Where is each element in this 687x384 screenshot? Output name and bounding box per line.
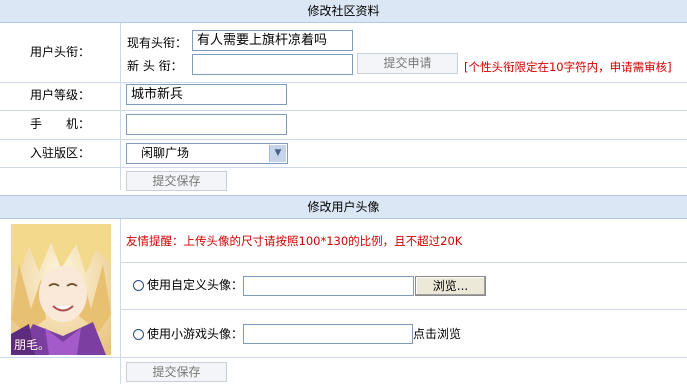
row-divider [0,110,687,111]
game-avatar-label: 使用小游戏头像： [147,327,244,341]
board-select[interactable]: 闲聊广场 ▼ [126,143,288,164]
game-avatar-input[interactable] [243,324,413,344]
avatar-section-header: 修改用户头像 [0,195,687,219]
column-divider [120,219,121,384]
click-browse-link[interactable]: 点击浏览 [413,324,461,344]
row-divider [121,309,687,310]
user-level-field[interactable]: 城市新兵 [126,84,287,105]
browse-button[interactable]: 浏览... [415,276,486,296]
profile-section-header: 修改社区资料 [0,0,687,23]
board-label: 入驻版区： [29,146,90,160]
save-profile-button[interactable]: 提交保存 [126,171,227,191]
row-divider [0,82,687,83]
user-title-label: 用户头衔： [29,45,90,59]
chevron-down-icon[interactable]: ▼ [269,145,286,162]
avatar-section-title: 修改用户头像 [307,200,380,214]
title-note: [个性头衔限定在10字符内，申请需审核] [464,60,672,74]
row-divider [121,262,687,263]
custom-avatar-label: 使用自定义头像： [147,278,244,292]
profile-form-page: 修改社区资料 用户头衔： 现有头衔： 有人需要上旗杆凉着吗 新 头 衔： 提交申… [0,0,687,384]
column-divider [120,23,121,190]
custom-avatar-file-input[interactable] [243,276,414,296]
save-avatar-button[interactable]: 提交保存 [126,362,227,382]
avatar-caption: 朋毛。 [14,338,51,352]
current-title-field[interactable]: 有人需要上旗杆凉着吗 [192,30,353,51]
user-level-label: 用户等级： [29,88,90,102]
upload-reminder: 友情提醒：上传头像的尺寸请按照100*130的比例，且不超过20K [126,234,463,248]
board-selected-value: 闲聊广场 [141,146,190,160]
submit-request-button[interactable]: 提交申请 [357,53,458,74]
game-avatar-radio[interactable] [133,329,144,340]
avatar-image: 朋毛。 [11,224,111,355]
new-title-label: 新 头 衔： [127,59,183,73]
new-title-input[interactable] [192,54,353,75]
phone-input[interactable] [126,114,287,135]
custom-avatar-radio[interactable] [133,280,144,291]
row-divider [0,357,687,358]
row-divider [0,139,687,140]
profile-section-title: 修改社区资料 [307,4,380,18]
phone-label: 手 机： [29,117,90,131]
row-divider [0,167,687,168]
current-title-label: 现有头衔： [127,36,188,50]
